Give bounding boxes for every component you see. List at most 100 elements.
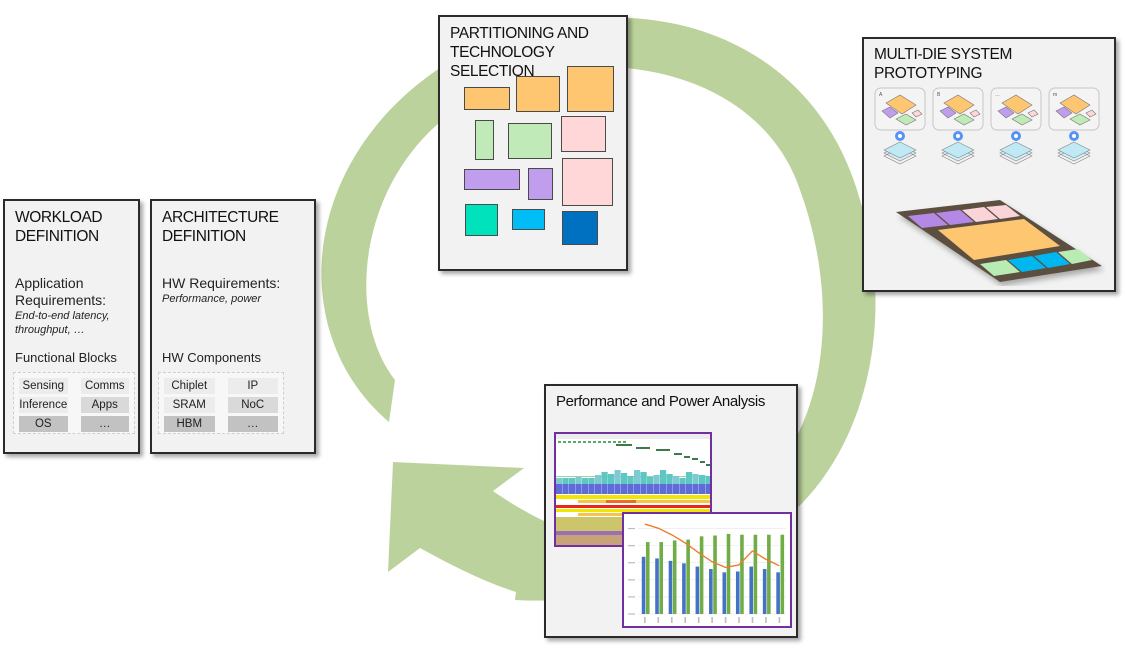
trace-stack-bar	[634, 470, 641, 484]
chart-xtick-label	[670, 617, 673, 623]
trace-event	[692, 458, 698, 460]
trace-stack-bar	[569, 484, 576, 494]
trace-event	[563, 441, 566, 443]
chart-ytick-label	[628, 596, 635, 598]
trace-stack-bar	[627, 476, 634, 484]
workload-definition-card: WORKLOAD DEFINITION Application Requirem…	[3, 199, 140, 454]
workload-title: WORKLOAD DEFINITION	[15, 208, 103, 246]
trace-event	[573, 441, 576, 443]
trace-stack-bar	[575, 477, 582, 484]
trace-stack-bar	[621, 473, 628, 484]
hw-requirements-detail: Performance, power	[162, 293, 262, 305]
chart-bar-green	[740, 534, 744, 614]
chart-bar-blue	[641, 556, 646, 614]
trace-event	[608, 441, 611, 443]
trace-event	[593, 441, 596, 443]
trace-stack-bar	[692, 484, 699, 494]
trace-event	[568, 441, 571, 443]
trace-stack-bar	[673, 484, 680, 494]
analysis-title: Performance and Power Analysis	[556, 393, 765, 410]
application-requirements: Application Requirements: End-to-end lat…	[15, 275, 110, 337]
hw-component: NoC	[227, 397, 278, 413]
chart-bar-green	[713, 535, 717, 614]
functional-block: …	[80, 416, 129, 432]
prototyping-title-line1: MULTI-DIE SYSTEM	[874, 46, 1012, 63]
trace-stack-bar	[705, 484, 710, 494]
trace-stack-bar	[647, 484, 654, 494]
partitioning-card: PARTITIONING AND TECHNOLOGY SELECTION	[438, 15, 628, 271]
functional-blocks-grid: Sensing Comms Inference Apps OS …	[13, 372, 135, 434]
hw-components-heading: HW Components	[162, 350, 261, 365]
prototyping-title-line2: PROTOTYPING	[874, 65, 983, 82]
chiplet-block-purple	[528, 168, 553, 200]
architecture-title-line2: DEFINITION	[162, 228, 246, 245]
trace-stack-bar	[666, 474, 673, 484]
chart-bar-green	[659, 542, 664, 614]
chiplet-block-pink	[562, 158, 613, 206]
chart-bar-green	[645, 542, 650, 614]
chart-bar-green	[686, 539, 690, 614]
chart-xtick-label	[657, 617, 660, 623]
chart-bar-blue	[722, 572, 727, 614]
chiplet-block-teal	[465, 204, 498, 236]
power-chart	[628, 523, 786, 623]
trace-stack-bar	[686, 472, 693, 484]
hw-component: IP	[227, 378, 278, 394]
chart-bar-blue	[655, 558, 659, 614]
chiplet-block-green	[475, 120, 494, 160]
chart-bar-blue	[668, 560, 673, 614]
power-chart-view	[622, 512, 792, 628]
chart-bar-blue	[709, 569, 713, 614]
trace-stack-bar	[588, 478, 595, 484]
chiplet-block-purple	[464, 169, 520, 190]
chart-bar-green	[699, 536, 704, 614]
trace-stack-bar	[660, 484, 667, 494]
functional-block: Sensing	[19, 378, 68, 394]
workload-title-line2: DEFINITION	[15, 228, 99, 245]
trace-event	[613, 441, 616, 443]
trace-stack-bar	[556, 484, 563, 494]
chart-xtick-label	[724, 617, 727, 623]
chart-xtick-label	[684, 617, 687, 623]
functional-block: Comms	[80, 378, 129, 394]
chart-xtick-label	[697, 617, 700, 623]
prototyping-card: MULTI-DIE SYSTEM PROTOTYPING A B … m	[862, 37, 1116, 292]
trace-stack-bar	[595, 484, 602, 494]
chart-ytick-label	[628, 527, 635, 530]
trace-stack-bar	[699, 484, 706, 494]
trace-stack-bar	[653, 475, 660, 484]
trace-event	[636, 447, 650, 449]
chart-bar-green	[767, 534, 771, 614]
chart-bar-green	[672, 540, 677, 614]
chiplet-block-orange	[567, 66, 614, 112]
trace-stack-bar	[627, 484, 634, 494]
trace-stack-bar	[569, 478, 576, 484]
chiplet-block-orange	[464, 87, 510, 110]
trace-stack-bar	[653, 484, 660, 494]
requirements-detail-line2: throughput, …	[15, 324, 85, 336]
chart-bar-blue	[762, 569, 767, 614]
chiplet-block-orange	[516, 76, 560, 112]
architecture-title: ARCHITECTURE DEFINITION	[162, 208, 279, 246]
trace-stack-bar	[679, 484, 686, 494]
architecture-definition-card: ARCHITECTURE DEFINITION HW Requirements:…	[150, 199, 316, 454]
trace-event	[578, 441, 581, 443]
hw-component: SRAM	[164, 397, 215, 413]
chart-bar-blue	[695, 566, 700, 614]
chart-bar-green	[726, 533, 731, 614]
chart-bar-green	[780, 534, 785, 614]
prototype-option-tag: m	[1053, 92, 1057, 98]
trace-event	[706, 464, 710, 466]
workload-title-line1: WORKLOAD	[15, 209, 103, 226]
trace-event	[588, 441, 591, 443]
trace-event	[598, 441, 601, 443]
chiplet-block-pink	[561, 116, 606, 152]
trace-stack-bar	[692, 474, 699, 484]
prototype-option: …	[990, 87, 1042, 165]
trace-stack-bar	[634, 484, 641, 494]
trace-stack-bar	[608, 484, 615, 494]
hw-component: …	[227, 416, 278, 432]
trace-stack-bar	[556, 478, 563, 484]
prototype-option-tag: …	[995, 92, 1000, 98]
trace-stack-bar	[699, 475, 706, 484]
